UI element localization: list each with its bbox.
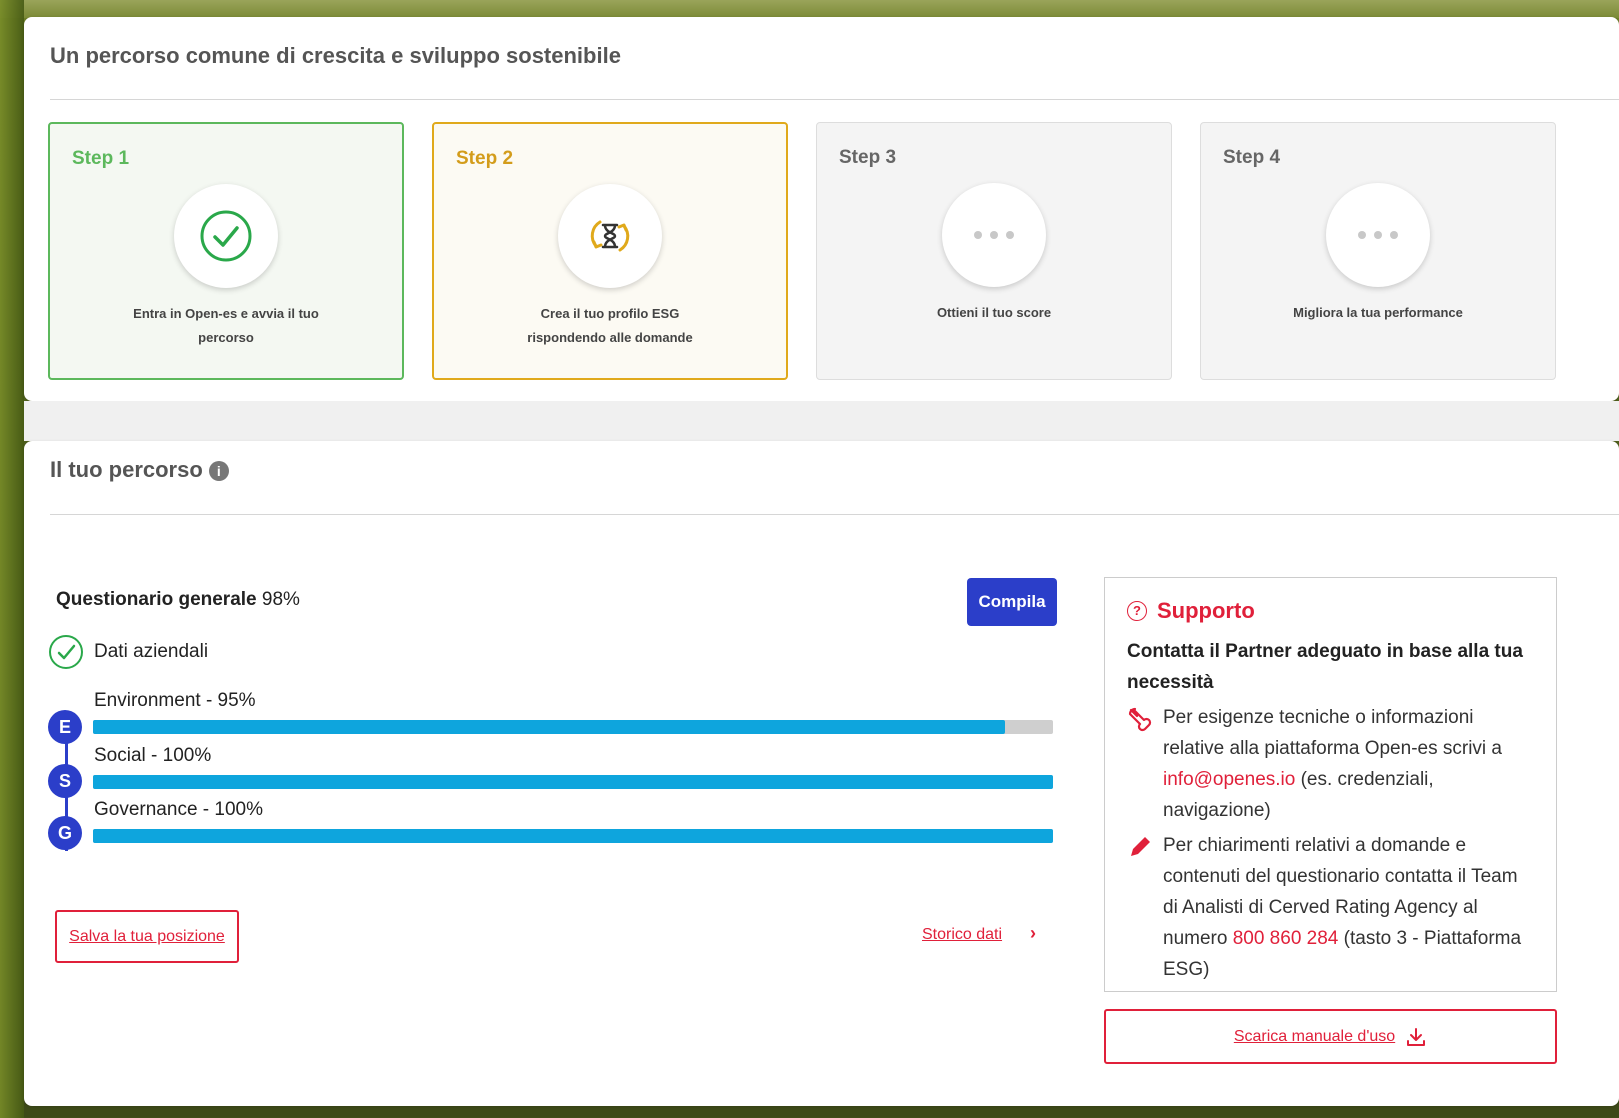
- step-card-3: Step 3 Ottieni il tuo score: [816, 122, 1172, 380]
- step-card-4: Step 4 Migliora la tua performance: [1200, 122, 1556, 380]
- hourglass-refresh-icon: [590, 220, 630, 252]
- company-data-row[interactable]: Dati aziendali: [48, 635, 208, 669]
- step-description: Entra in Open-es e avvia il tuo percorso: [133, 306, 319, 345]
- path-overview-card: Un percorso comune di crescita e svilupp…: [24, 17, 1619, 401]
- download-manual-label: Scarica manuale d'uso: [1233, 1027, 1396, 1045]
- step-description: Crea il tuo profilo ESG rispondendo alle…: [527, 306, 693, 345]
- spacer: [24, 401, 1619, 441]
- step-label: Step 2: [456, 148, 514, 169]
- section-title: Un percorso comune di crescita e svilupp…: [50, 43, 621, 68]
- data-history-link[interactable]: Storico dati: [922, 926, 1002, 944]
- step-label: Step 3: [839, 147, 897, 168]
- step-icon-circle: [942, 183, 1046, 287]
- pencil-icon: [1131, 837, 1150, 856]
- step-icon-circle: [1326, 183, 1430, 287]
- support-questionnaire-item: Per chiarimenti relativi a domande e con…: [1127, 830, 1534, 985]
- support-box: ? Supporto Contatta il Partner adeguato …: [1104, 577, 1557, 992]
- save-position-label: Salva la tua posizione: [69, 927, 225, 945]
- environment-label: Environment - 95%: [94, 690, 256, 711]
- support-title: Supporto: [1157, 598, 1255, 623]
- governance-progress-bar: [93, 829, 1053, 843]
- check-circle-icon: [49, 635, 83, 669]
- step-card-2: Step 2 Crea il tuo profilo ESG risponden…: [432, 122, 788, 380]
- step-label: Step 1: [72, 148, 130, 169]
- wrench-icon: [1128, 707, 1152, 732]
- download-icon: [1407, 1027, 1426, 1046]
- step-icon-circle: [558, 184, 662, 288]
- divider: [50, 514, 1619, 515]
- questionnaire-title: Questionario generale 98%: [56, 589, 300, 611]
- download-manual-button[interactable]: Scarica manuale d'uso: [1104, 1009, 1557, 1064]
- your-path-card: Il tuo percorso i Questionario generale 9…: [24, 441, 1619, 1106]
- save-position-button[interactable]: Salva la tua posizione: [55, 910, 239, 963]
- section-title: Il tuo percorso i: [50, 457, 229, 483]
- section-title-text: Il tuo percorso: [50, 457, 203, 482]
- governance-label: Governance - 100%: [94, 799, 263, 820]
- info-icon[interactable]: i: [208, 461, 229, 482]
- divider: [50, 99, 1619, 100]
- step-icon-circle: [174, 184, 278, 288]
- support-subtitle: Contatta il Partner adeguato in base all…: [1127, 641, 1523, 693]
- questionnaire-percent: 98%: [261, 589, 300, 610]
- support-header: ? Supporto: [1127, 598, 1534, 624]
- environment-badge: E: [48, 710, 82, 744]
- step-description: Migliora la tua performance: [1293, 305, 1463, 320]
- dots-icon: [1358, 231, 1398, 239]
- compila-button[interactable]: Compila: [967, 578, 1057, 626]
- step-label: Step 4: [1223, 147, 1281, 168]
- support-phone-link[interactable]: 800 860 284: [1233, 928, 1339, 949]
- support-email-link[interactable]: info@openes.io: [1163, 769, 1295, 790]
- environment-progress-bar: [93, 720, 1053, 734]
- social-progress-bar: [93, 775, 1053, 789]
- support-technical-item: Per esigenze tecniche o informazioni rel…: [1127, 702, 1534, 826]
- governance-badge: G: [48, 816, 82, 850]
- chevron-right-icon[interactable]: ›: [1030, 923, 1036, 944]
- question-circle-icon: ?: [1127, 601, 1147, 621]
- check-circle-icon: [200, 210, 252, 262]
- dots-icon: [974, 231, 1014, 239]
- questionnaire-label: Questionario generale: [56, 589, 257, 610]
- support-technical-text: Per esigenze tecniche o informazioni rel…: [1163, 707, 1502, 759]
- step-description: Ottieni il tuo score: [936, 305, 1052, 320]
- company-data-label: Dati aziendali: [94, 641, 209, 662]
- social-label: Social - 100%: [94, 745, 212, 766]
- social-badge: S: [48, 764, 82, 798]
- step-card-1: Step 1 Entra in Open-es e avvia il tuo p…: [48, 122, 404, 380]
